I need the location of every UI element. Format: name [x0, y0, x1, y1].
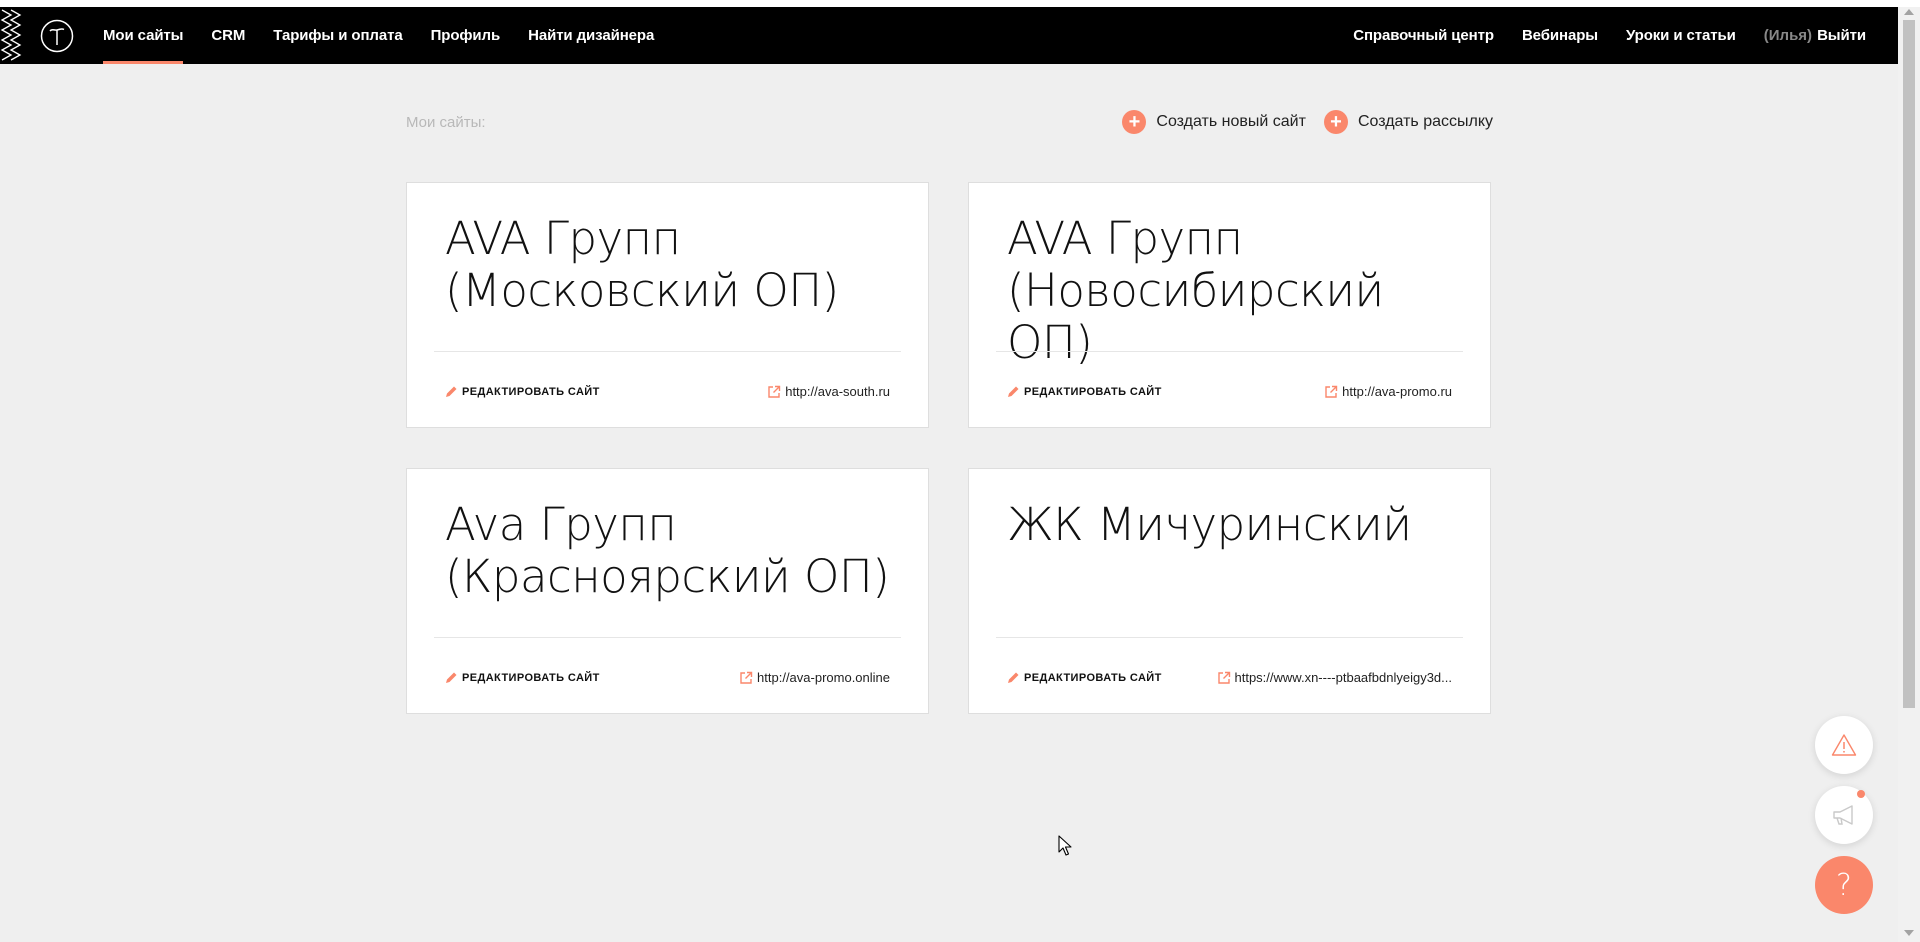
nav-find-designer[interactable]: Найти дизайнера: [528, 7, 654, 64]
card-divider: [996, 637, 1463, 638]
site-title-line: AVA Групп: [1007, 212, 1243, 265]
help-button[interactable]: ?: [1815, 856, 1873, 914]
site-title-line: (Московский ОП): [445, 264, 839, 317]
edit-site-label: РЕДАКТИРОВАТЬ САЙТ: [1024, 672, 1162, 684]
card-divider: [996, 351, 1463, 352]
edit-site-label: РЕДАКТИРОВАТЬ САЙТ: [462, 672, 600, 684]
site-card[interactable]: AVA Групп (Московский ОП) РЕДАКТИРОВАТЬ …: [406, 182, 929, 428]
site-url: http://ava-south.ru: [785, 384, 890, 399]
site-title-line: Ava Групп: [445, 498, 677, 551]
announcements-button[interactable]: [1815, 786, 1873, 844]
notification-dot: [1857, 790, 1865, 798]
site-card[interactable]: AVA Групп (Новосибирский ОП) РЕДАКТИРОВА…: [968, 182, 1491, 428]
site-card[interactable]: ЖК Мичуринский РЕДАКТИРОВАТЬ САЙТ https:…: [968, 468, 1491, 714]
top-navbar: Мои сайты CRM Тарифы и оплата Профиль На…: [0, 7, 1898, 64]
external-link-icon: [1325, 385, 1338, 398]
card-divider: [434, 351, 901, 352]
plus-icon: +: [1122, 110, 1147, 134]
site-title[interactable]: ЖК Мичуринский: [1007, 499, 1460, 551]
external-link-icon: [740, 671, 753, 684]
edit-site-button[interactable]: РЕДАКТИРОВАТЬ САЙТ: [444, 385, 600, 399]
user-name: (Илья): [1763, 27, 1813, 44]
create-mailing-button[interactable]: + Создать рассылку: [1323, 110, 1493, 134]
site-title[interactable]: AVA Групп (Московский ОП): [445, 213, 898, 317]
nav-webinars[interactable]: Вебинары: [1522, 7, 1598, 64]
site-url-link[interactable]: https://www.xn----ptbaafbdnlyeigy3d...: [1217, 670, 1453, 685]
nav-lessons[interactable]: Уроки и статьи: [1626, 7, 1736, 64]
pencil-icon: [1008, 386, 1019, 397]
warning-button[interactable]: [1815, 716, 1873, 774]
nav-crm[interactable]: CRM: [211, 7, 245, 64]
plus-icon: +: [1323, 110, 1348, 134]
edit-site-label: РЕДАКТИРОВАТЬ САЙТ: [1024, 386, 1162, 398]
tilda-logo-icon[interactable]: [40, 19, 74, 53]
edit-site-button[interactable]: РЕДАКТИРОВАТЬ САЙТ: [1006, 671, 1162, 685]
pencil-icon: [446, 386, 457, 397]
site-url: https://www.xn----ptbaafbdnlyeigy3d...: [1234, 670, 1453, 685]
external-link-icon: [1217, 671, 1230, 684]
create-site-label: Создать новый сайт: [1156, 113, 1306, 130]
site-card[interactable]: Ava Групп (Красноярский ОП) РЕДАКТИРОВАТ…: [406, 468, 929, 714]
scrollbar-thumb[interactable]: [1903, 20, 1915, 708]
card-divider: [434, 637, 901, 638]
site-url: http://ava-promo.ru: [1342, 384, 1452, 399]
edit-site-button[interactable]: РЕДАКТИРОВАТЬ САЙТ: [1006, 385, 1162, 399]
main-nav: Мои сайты CRM Тарифы и оплата Профиль На…: [103, 7, 682, 64]
secondary-nav: Справочный центр Вебинары Уроки и статьи…: [1325, 7, 1866, 64]
pencil-icon: [446, 672, 457, 683]
megaphone-icon: [1833, 805, 1853, 825]
logout-link[interactable]: Выйти: [1817, 7, 1866, 64]
site-url-link[interactable]: http://ava-south.ru: [767, 384, 890, 399]
site-url-link[interactable]: http://ava-promo.ru: [1324, 384, 1452, 399]
warning-icon: [1831, 734, 1857, 756]
section-title: Мои сайты:: [406, 114, 486, 131]
site-url: http://ava-promo.online: [757, 670, 890, 685]
scroll-down-arrow-icon[interactable]: [1904, 930, 1914, 936]
question-icon: ?: [1836, 867, 1852, 903]
mouse-cursor-icon: [1058, 835, 1072, 856]
nav-profile[interactable]: Профиль: [431, 7, 501, 64]
edit-site-button[interactable]: РЕДАКТИРОВАТЬ САЙТ: [444, 671, 600, 685]
site-title-line: AVA Групп: [445, 212, 681, 265]
pencil-icon: [1008, 672, 1019, 683]
site-title-line: (Красноярский ОП): [445, 550, 890, 603]
external-link-icon: [768, 385, 781, 398]
site-title[interactable]: AVA Групп (Новосибирский ОП): [1007, 213, 1460, 369]
nav-my-sites[interactable]: Мои сайты: [103, 7, 184, 64]
nav-help-center[interactable]: Справочный центр: [1353, 7, 1494, 64]
page-actions: + Создать новый сайт + Создать рассылку: [1104, 110, 1493, 134]
site-url-link[interactable]: http://ava-promo.online: [739, 670, 890, 685]
scroll-up-arrow-icon[interactable]: [1904, 9, 1914, 15]
site-title-line: (Новосибирский ОП): [1007, 264, 1384, 369]
window-top-strip: [0, 0, 1920, 7]
zigzag-decoration-icon: [0, 9, 22, 61]
create-site-button[interactable]: + Создать новый сайт: [1122, 110, 1306, 134]
site-title-line: ЖК Мичуринский: [1007, 498, 1412, 551]
nav-tariffs[interactable]: Тарифы и оплата: [273, 7, 402, 64]
edit-site-label: РЕДАКТИРОВАТЬ САЙТ: [462, 386, 600, 398]
create-mailing-label: Создать рассылку: [1357, 113, 1493, 130]
site-title[interactable]: Ava Групп (Красноярский ОП): [445, 499, 898, 603]
